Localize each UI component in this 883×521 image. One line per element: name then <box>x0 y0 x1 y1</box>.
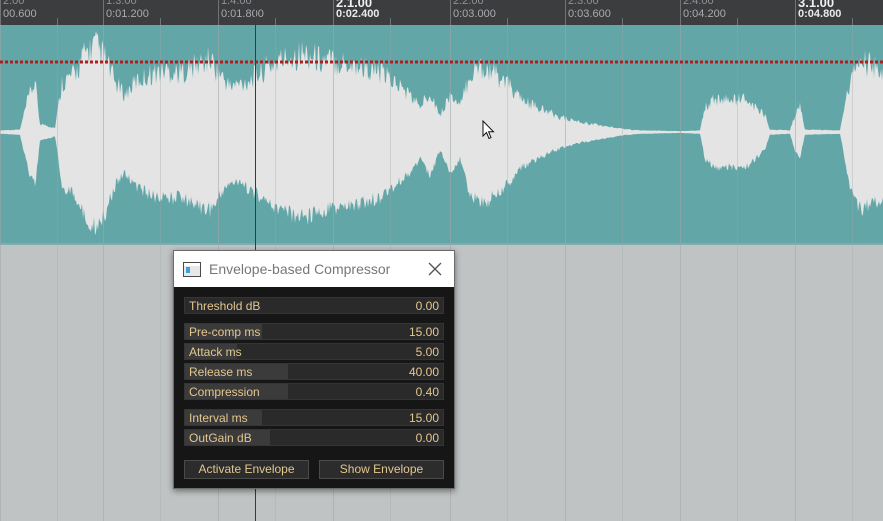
ruler-bar-label: 2.1.00 <box>336 0 373 10</box>
grid-line <box>565 25 566 521</box>
ruler-tick <box>565 0 566 25</box>
ruler-tick <box>795 0 796 25</box>
grid-line <box>680 25 681 521</box>
ruler-time-label: 0:04.200 <box>683 8 726 20</box>
dialog-title: Envelope-based Compressor <box>209 261 391 277</box>
precomp-slider[interactable]: Pre-comp ms 15.00 <box>184 323 444 340</box>
release-label: Release ms <box>189 365 253 379</box>
ruler-time-label: 00.600 <box>3 8 37 20</box>
compression-slider[interactable]: Compression 0.40 <box>184 383 444 400</box>
interval-label: Interval ms <box>189 411 248 425</box>
ruler-tick <box>103 0 104 25</box>
close-icon[interactable] <box>426 260 444 278</box>
dialog-titlebar[interactable]: Envelope-based Compressor <box>174 251 454 287</box>
app-window-icon <box>183 261 201 277</box>
ruler-time-label: 0:02.400 <box>336 8 380 20</box>
outgain-slider[interactable]: OutGain dB 0.00 <box>184 429 444 446</box>
outgain-value: 0.00 <box>415 431 439 445</box>
ruler-tick <box>0 0 1 25</box>
grid-line <box>103 25 104 521</box>
ruler-minor-tick <box>390 18 391 25</box>
timeline-ruler[interactable]: 2.00 00.600 1.3.00 0:01.200 1.4.00 0:01.800 2.… <box>0 0 883 26</box>
interval-value: 15.00 <box>408 411 439 425</box>
grid-line <box>57 25 58 521</box>
compression-label: Compression <box>189 385 260 399</box>
ruler-time-label: 0:04.800 <box>798 8 842 20</box>
audio-waveform[interactable] <box>0 25 883 245</box>
mouse-pointer-icon <box>482 120 495 140</box>
activate-envelope-button[interactable]: Activate Envelope <box>184 460 309 479</box>
ruler-minor-tick <box>57 18 58 25</box>
ruler-minor-tick <box>275 18 276 25</box>
ruler-tick <box>218 0 219 25</box>
ruler-minor-tick <box>160 18 161 25</box>
release-value: 40.00 <box>408 365 439 379</box>
threshold-value: 0.00 <box>415 299 439 313</box>
ruler-time-label: 0:01.200 <box>106 8 149 20</box>
ruler-minor-tick <box>737 18 738 25</box>
attack-value: 5.00 <box>415 345 439 359</box>
grid-line <box>507 25 508 521</box>
ruler-minor-tick <box>852 18 853 25</box>
interval-slider[interactable]: Interval ms 15.00 <box>184 409 444 426</box>
ruler-bar-label: 2.00 <box>3 0 25 7</box>
threshold-slider[interactable]: Threshold dB 0.00 <box>184 297 444 314</box>
ruler-time-label: 0:03.000 <box>453 8 496 20</box>
ruler-bar-label: 1.3.00 <box>106 0 137 7</box>
precomp-label: Pre-comp ms <box>189 325 261 339</box>
show-envelope-button[interactable]: Show Envelope <box>319 460 444 479</box>
volume-envelope-line[interactable] <box>0 60 883 64</box>
grid-line <box>622 25 623 521</box>
compression-value: 0.40 <box>415 385 439 399</box>
ruler-bar-label: 2.3.00 <box>568 0 599 7</box>
ruler-bar-label: 2.4.00 <box>683 0 714 7</box>
grid-line <box>852 25 853 521</box>
dialog-button-row: Activate Envelope Show Envelope <box>184 460 444 479</box>
ruler-bar-label: 1.4.00 <box>221 0 252 7</box>
ruler-tick <box>450 0 451 25</box>
grid-line <box>0 25 1 521</box>
ruler-minor-tick <box>507 18 508 25</box>
ruler-tick <box>333 0 334 25</box>
ruler-tick <box>680 0 681 25</box>
ruler-bar-label: 2.2.00 <box>453 0 484 7</box>
grid-line <box>160 25 161 521</box>
attack-label: Attack ms <box>189 345 242 359</box>
ruler-minor-tick <box>622 18 623 25</box>
ruler-time-label: 0:03.600 <box>568 8 611 20</box>
attack-slider[interactable]: Attack ms 5.00 <box>184 343 444 360</box>
ruler-bar-label: 3.1.00 <box>798 0 835 10</box>
grid-line <box>737 25 738 521</box>
compressor-dialog[interactable]: Envelope-based Compressor Threshold dB 0… <box>173 250 455 489</box>
threshold-label: Threshold dB <box>189 299 261 313</box>
outgain-label: OutGain dB <box>189 431 252 445</box>
release-slider[interactable]: Release ms 40.00 <box>184 363 444 380</box>
precomp-value: 15.00 <box>408 325 439 339</box>
ruler-time-label: 0:01.800 <box>221 8 264 20</box>
parameter-panel: Threshold dB 0.00 Pre-comp ms 15.00 Atta… <box>174 287 454 479</box>
grid-line <box>795 25 796 521</box>
